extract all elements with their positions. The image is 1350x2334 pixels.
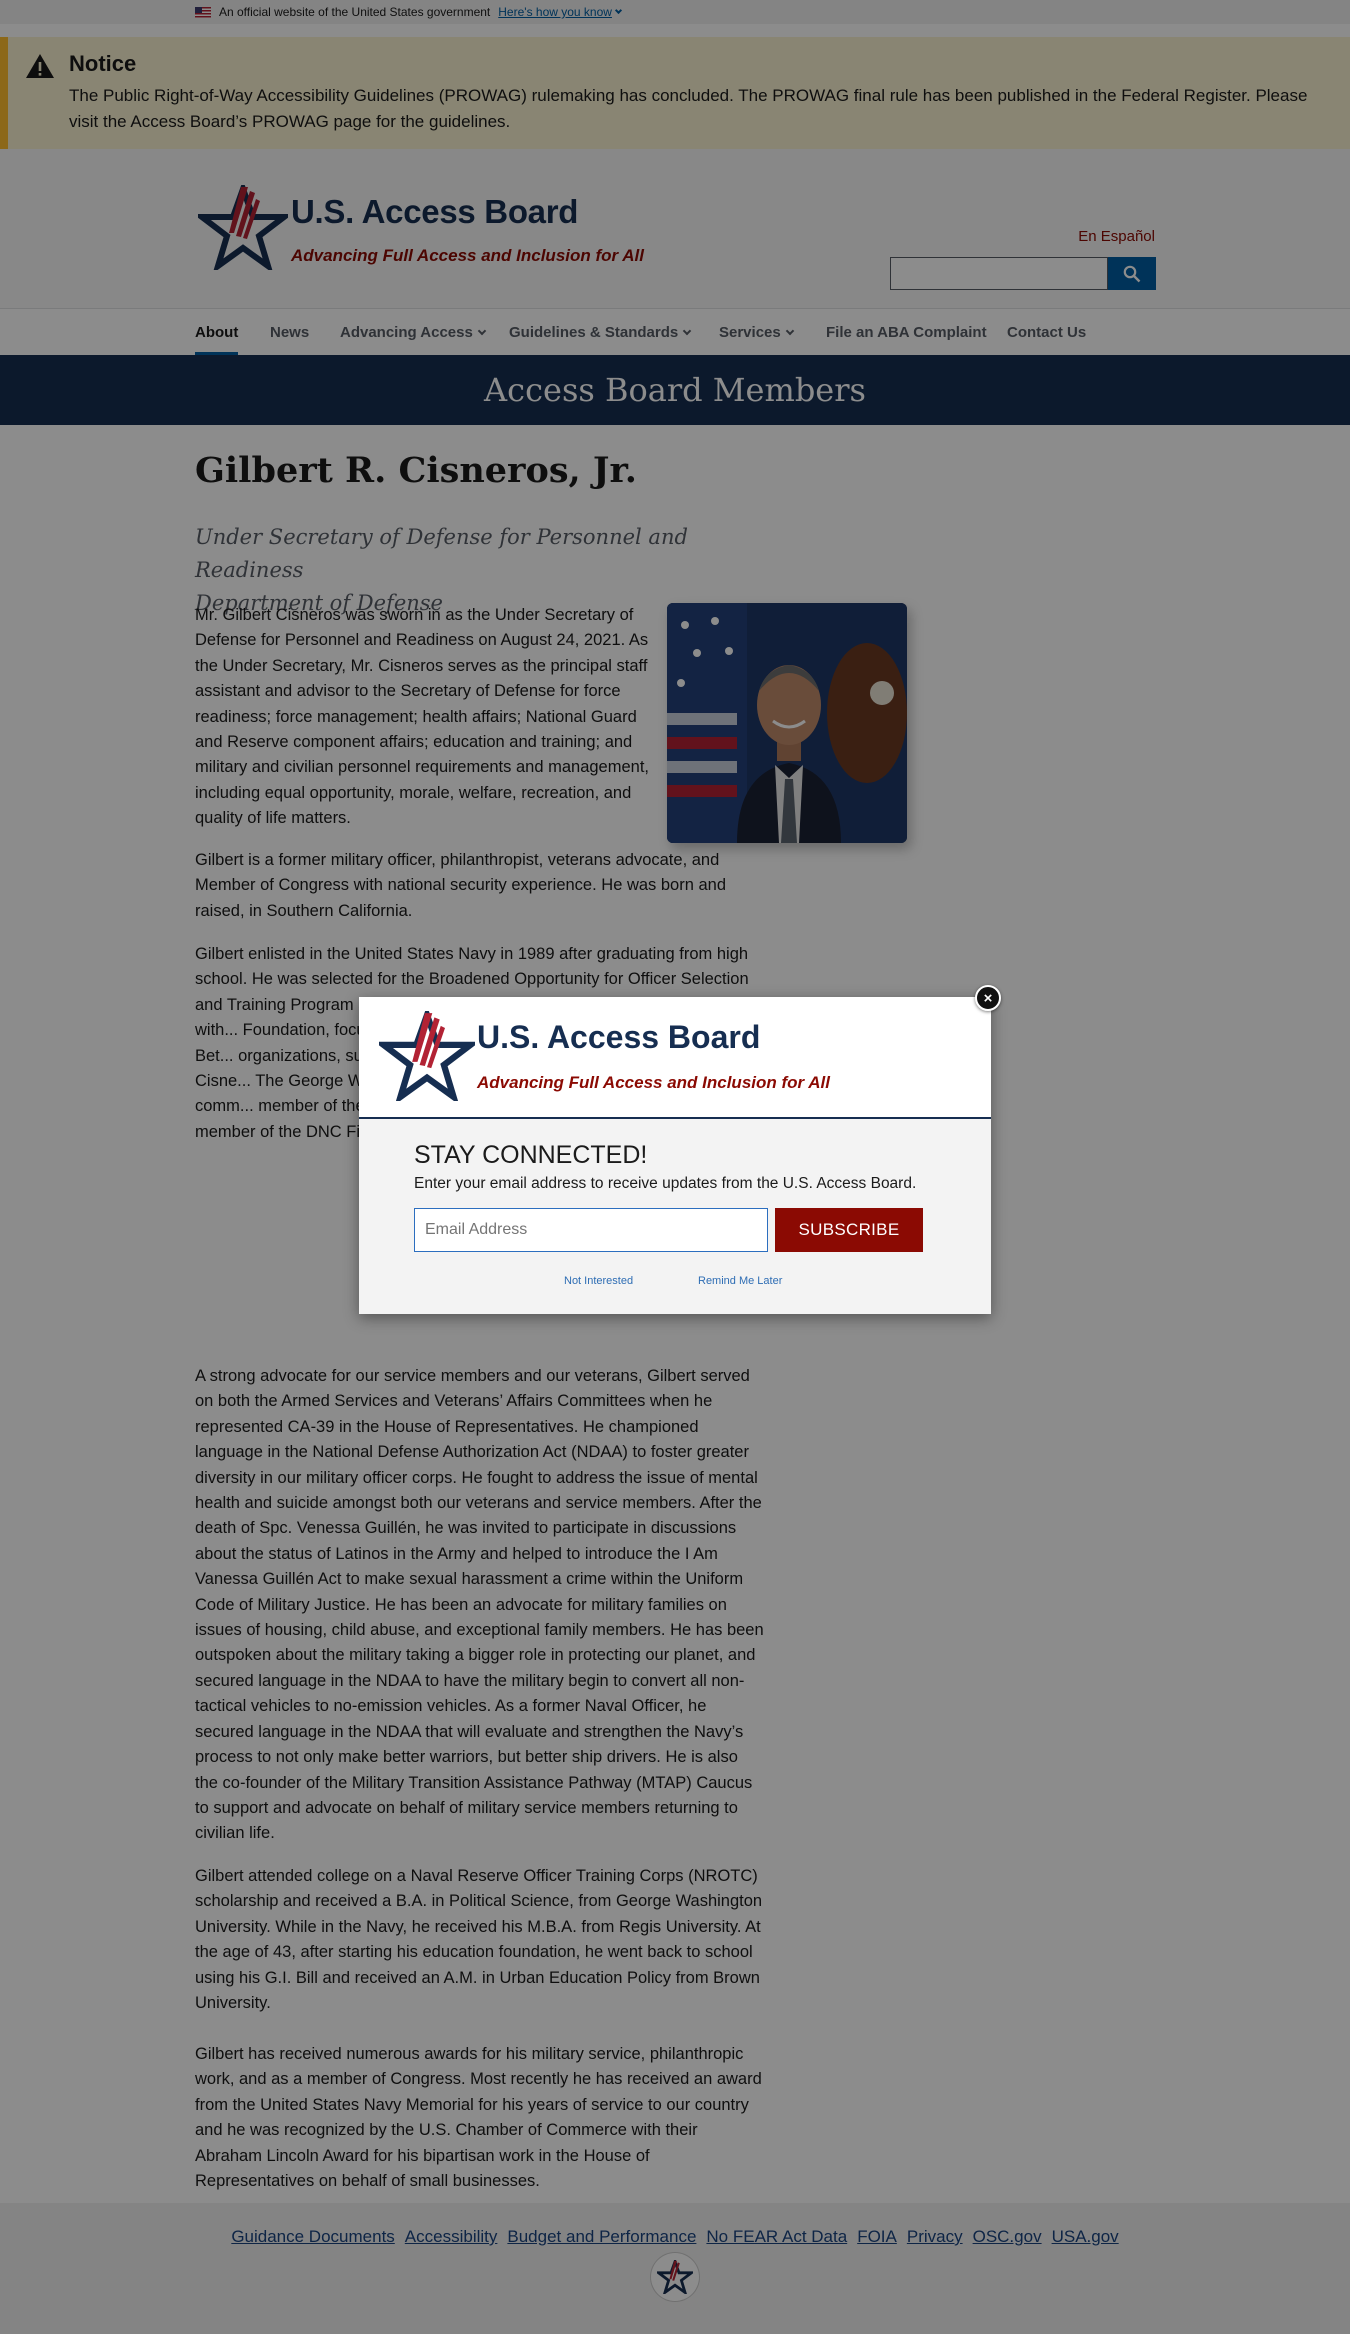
modal-header: U.S. Access Board Advancing Full Access …	[359, 997, 991, 1119]
remind-me-later-link[interactable]: Remind Me Later	[698, 1275, 782, 1287]
subscribe-modal: U.S. Access Board Advancing Full Access …	[359, 997, 991, 1314]
access-board-star-logo-icon	[379, 1011, 475, 1101]
close-modal-button[interactable]: ×	[975, 985, 1001, 1011]
modal-tagline: Advancing Full Access and Inclusion for …	[477, 1073, 830, 1092]
modal-description: Enter your email address to receive upda…	[414, 1175, 917, 1192]
subscribe-button[interactable]: SUBSCRIBE	[775, 1208, 923, 1252]
email-field[interactable]	[414, 1208, 768, 1252]
close-icon: ×	[983, 989, 993, 1007]
modal-heading: STAY CONNECTED!	[414, 1141, 648, 1169]
modal-title: U.S. Access Board	[477, 1019, 761, 1055]
not-interested-link[interactable]: Not Interested	[564, 1275, 633, 1287]
